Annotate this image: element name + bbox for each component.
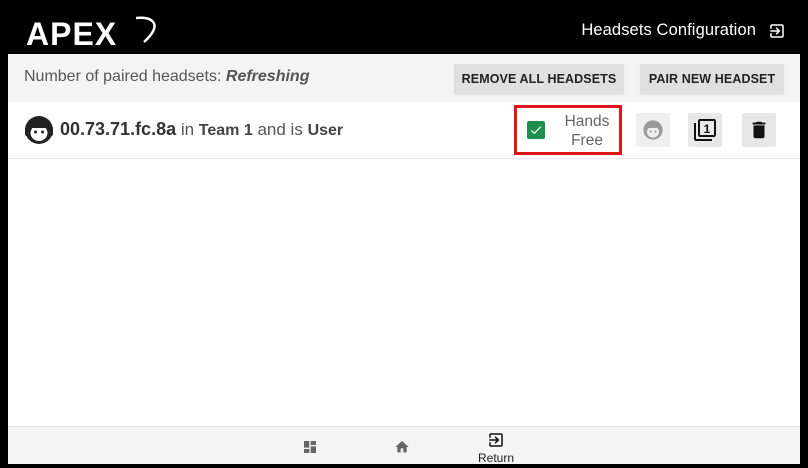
team-number-icon: 1 — [694, 119, 716, 141]
headset-description: 00.73.71.fc.8a in Team 1 and is User — [60, 119, 343, 140]
logo-text: APEX — [26, 16, 117, 48]
apex-logo: APEX — [26, 16, 156, 48]
home-icon — [395, 441, 409, 453]
app-header: APEX Headsets Configuration — [8, 8, 800, 54]
headset-row: 00.73.71.fc.8a in Team 1 and is User Han… — [8, 102, 800, 159]
check-icon — [530, 126, 542, 135]
return-icon — [489, 433, 503, 447]
home-button[interactable] — [394, 439, 410, 455]
set-role-button[interactable] — [636, 113, 670, 147]
return-label: Return — [478, 451, 515, 464]
team-number: 1 — [704, 122, 711, 136]
paired-info-bar: Number of paired headsets: Refreshing RE… — [8, 54, 800, 102]
page-title: Headsets Configuration — [581, 21, 756, 39]
paired-count-status: Refreshing — [225, 68, 310, 85]
paired-count-text: Number of paired headsets: — [24, 68, 226, 85]
hands-free-label-line1: Hands — [564, 113, 610, 130]
headset-role: User — [307, 122, 344, 139]
delete-headset-button[interactable] — [742, 113, 776, 147]
pair-new-headset-button[interactable]: PAIR NEW HEADSET — [640, 64, 784, 94]
user-role-icon — [643, 120, 663, 140]
hands-free-checkbox[interactable] — [527, 121, 545, 139]
headset-and-word: and is — [252, 120, 308, 139]
headsets-configuration-screen: APEX Headsets Configuration Number of pa… — [8, 8, 800, 464]
hands-free-highlight: Hands Free — [514, 105, 622, 155]
hands-free-label: Hands Free — [557, 112, 617, 150]
remove-all-headsets-button[interactable]: REMOVE ALL HEADSETS — [454, 64, 624, 94]
headset-user-icon — [25, 116, 53, 144]
dashboard-icon — [304, 441, 316, 453]
headset-team: Team 1 — [198, 122, 253, 139]
return-button[interactable]: Return — [478, 431, 514, 464]
headset-address: 00.73.71.fc.8a — [60, 119, 177, 139]
paired-count-label: Number of paired headsets: Refreshing — [24, 68, 309, 86]
dashboard-button[interactable] — [302, 439, 318, 455]
bottom-navigation-bar: Return — [8, 426, 800, 464]
team-select-button[interactable]: 1 — [688, 113, 722, 147]
trash-icon — [752, 121, 766, 139]
exit-to-app-icon[interactable] — [768, 22, 786, 40]
hands-free-label-line2: Free — [571, 132, 603, 149]
headset-in-word: in — [176, 120, 199, 139]
